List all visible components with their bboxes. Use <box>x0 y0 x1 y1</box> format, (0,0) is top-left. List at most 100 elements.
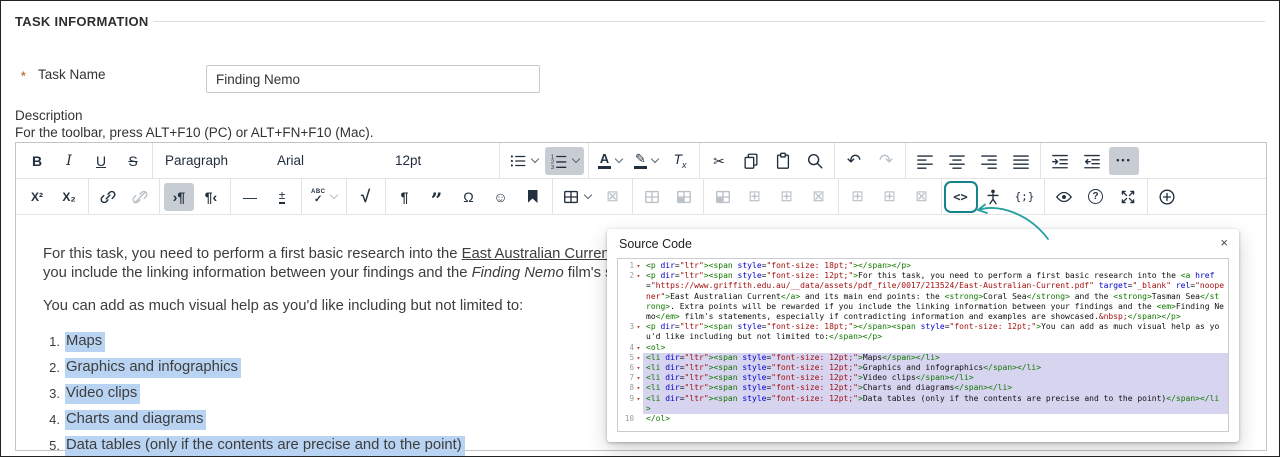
font-family-select[interactable]: Arial <box>269 147 385 175</box>
toolbar-separator <box>551 179 553 214</box>
fold-arrow-icon[interactable]: ▾ <box>634 383 643 393</box>
task-name-input[interactable] <box>206 65 540 93</box>
indent-button[interactable] <box>1045 147 1075 175</box>
list-item-number: 4. <box>49 412 60 427</box>
remove-link-button[interactable] <box>125 183 155 211</box>
fold-arrow-icon[interactable]: ▾ <box>634 343 643 353</box>
close-icon[interactable]: × <box>1220 235 1228 250</box>
add-content-icon <box>1158 188 1176 206</box>
subscript-button[interactable]: X₂ <box>54 183 84 211</box>
fold-arrow-icon[interactable]: ▾ <box>634 261 643 271</box>
code-token: "ltr" <box>684 393 709 403</box>
bullet-list-button[interactable] <box>504 147 543 175</box>
merge-cells-button[interactable] <box>669 183 699 211</box>
code-token: "ltr" <box>679 322 704 332</box>
source-code-button[interactable]: <> <box>946 183 976 211</box>
align-right-icon <box>980 152 998 170</box>
highlight-color-button[interactable]: ✎ <box>629 147 663 175</box>
horizontal-rule-button[interactable]: — <box>235 183 265 211</box>
insert-row-below-button[interactable]: ⊞ <box>772 183 802 211</box>
fold-arrow-icon[interactable]: ▾ <box>634 271 643 281</box>
font-size-select[interactable]: 12pt <box>387 147 495 175</box>
code-token: dir <box>655 271 675 281</box>
superscript-button[interactable]: X² <box>22 183 52 211</box>
split-cells-button[interactable] <box>708 183 738 211</box>
fold-arrow-icon[interactable]: ▾ <box>634 322 643 332</box>
code-token: </strong> <box>1026 291 1070 301</box>
clear-formatting-button[interactable]: Tx <box>665 147 695 175</box>
code-token: "ltr" <box>684 363 709 373</box>
code-token: style <box>732 261 762 270</box>
paragraph-style-select[interactable]: Paragraph <box>157 147 267 175</box>
fold-arrow-icon[interactable]: ▾ <box>634 353 643 363</box>
text-color-button[interactable]: A <box>593 147 627 175</box>
code-token: Tasman Sea <box>1151 291 1200 301</box>
page-break-button[interactable]: ± <box>267 183 297 211</box>
blockquote-button[interactable]: ” <box>422 183 452 211</box>
paragraph-marks-button[interactable]: ¶ <box>390 183 420 211</box>
fullscreen-button[interactable] <box>1113 183 1143 211</box>
bold-button[interactable]: B <box>22 147 52 175</box>
redo-button[interactable]: ↷ <box>871 147 901 175</box>
code-token: "font-size: 18pt;" <box>766 261 854 270</box>
code-token: "ltr" <box>679 271 704 281</box>
undo-button[interactable]: ↶ <box>839 147 869 175</box>
delete-column-button[interactable]: ⊠ <box>907 183 937 211</box>
align-right-button[interactable] <box>974 147 1004 175</box>
spellcheck-button[interactable]: ABC ✓ <box>306 183 342 211</box>
superscript-icon: X² <box>31 189 43 204</box>
code-token: style <box>915 322 945 332</box>
fold-arrow-icon[interactable]: ▾ <box>634 363 643 373</box>
code-token: <li <box>646 373 661 383</box>
insert-column-before-icon: ⊞ <box>851 188 864 205</box>
more-toolbar-button[interactable]: ••• <box>1109 146 1139 175</box>
italic-button[interactable]: I <box>54 147 84 175</box>
code-token: "font-size: 12pt;" <box>949 322 1037 332</box>
anchor-button[interactable] <box>518 183 548 211</box>
accessibility-checker-button[interactable] <box>978 183 1008 211</box>
numbered-list-button[interactable] <box>545 146 584 175</box>
rtl-icon: ¶‹ <box>204 188 218 205</box>
code-token: ><span <box>703 261 733 270</box>
insert-link-button[interactable] <box>93 183 123 211</box>
special-character-button[interactable]: Ω <box>454 183 484 211</box>
cut-button[interactable]: ✂ <box>704 147 734 175</box>
math-editor-button[interactable]: √ <box>351 183 381 211</box>
help-button[interactable]: ? <box>1081 183 1111 211</box>
insert-column-after-button[interactable]: ⊞ <box>875 183 905 211</box>
line-gutter: 10 <box>618 414 643 424</box>
table-button[interactable] <box>557 183 596 211</box>
search-button[interactable] <box>800 147 830 175</box>
add-content-button[interactable] <box>1152 183 1182 211</box>
paste-button[interactable] <box>768 147 798 175</box>
source-code-textarea[interactable]: 1 ▾ <p dir="ltr"><span style="font-size: 1… <box>617 258 1229 432</box>
delete-row-button[interactable]: ⊠ <box>804 183 834 211</box>
code-sample-button[interactable]: {;} <box>1010 183 1040 211</box>
preview-button[interactable] <box>1049 183 1079 211</box>
copy-button[interactable] <box>736 147 766 175</box>
code-token: style <box>737 352 767 362</box>
emoticons-button[interactable]: ☺ <box>486 183 516 211</box>
indent-icon <box>1051 152 1069 170</box>
align-left-button[interactable] <box>910 147 940 175</box>
ltr-button[interactable]: ›¶ <box>164 182 194 211</box>
code-line: 10 </ol> <box>618 414 1228 424</box>
code-token: For this task, you need to perform a fir… <box>858 271 1181 281</box>
code-token: "_blank" <box>1132 281 1172 291</box>
fold-arrow-icon[interactable]: ▾ <box>634 394 643 404</box>
delete-table-button[interactable]: ⊠ <box>598 183 628 211</box>
outdent-button[interactable] <box>1077 147 1107 175</box>
justify-button[interactable] <box>1006 147 1036 175</box>
rtl-button[interactable]: ¶‹ <box>196 183 226 211</box>
numbered-list-icon <box>550 152 568 170</box>
insert-column-before-button[interactable]: ⊞ <box>843 183 873 211</box>
underline-button[interactable]: U <box>86 147 116 175</box>
inline-link[interactable]: East Australian Current <box>462 246 614 262</box>
strikethrough-button[interactable]: S <box>118 147 148 175</box>
code-token: </span></li> <box>983 363 1042 373</box>
align-center-button[interactable] <box>942 147 972 175</box>
table-cell-properties-button[interactable] <box>637 183 667 211</box>
page-title: TASK INFORMATION <box>15 14 149 29</box>
fold-arrow-icon[interactable]: ▾ <box>634 373 643 383</box>
insert-row-above-button[interactable]: ⊞ <box>740 183 770 211</box>
